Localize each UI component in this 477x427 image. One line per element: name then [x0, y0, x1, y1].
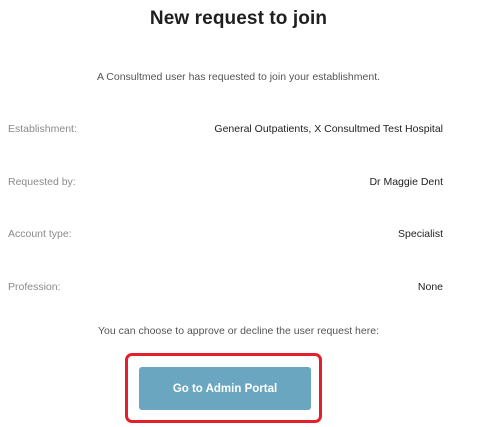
footer-text: You can choose to approve or decline the… [98, 325, 379, 337]
email-page: New request to join A Consultmed user ha… [0, 0, 477, 427]
profession-value: None [417, 281, 443, 294]
go-to-admin-portal-button[interactable]: Go to Admin Portal [139, 367, 311, 410]
page-title: New request to join [149, 8, 328, 29]
detail-row-account-type: Account type: Specialist [8, 219, 443, 249]
requested-by-label: Requested by: [8, 175, 76, 188]
requested-by-value: Dr Maggie Dent [369, 175, 443, 188]
intro-text: A Consultmed user has requested to join … [96, 71, 381, 83]
profession-label: Profession: [8, 281, 61, 294]
account-type-value: Specialist [398, 228, 443, 241]
establishment-label: Establishment: [8, 123, 77, 135]
detail-row-establishment: Establishment: General Outpatients, X Co… [8, 114, 443, 144]
request-details: Establishment: General Outpatients, X Co… [8, 114, 443, 302]
establishment-value: General Outpatients, X Consultmed Test H… [214, 123, 443, 135]
detail-row-requested-by: Requested by: Dr Maggie Dent [8, 167, 443, 197]
account-type-label: Account type: [8, 228, 72, 241]
detail-row-profession: Profession: None [8, 272, 443, 302]
